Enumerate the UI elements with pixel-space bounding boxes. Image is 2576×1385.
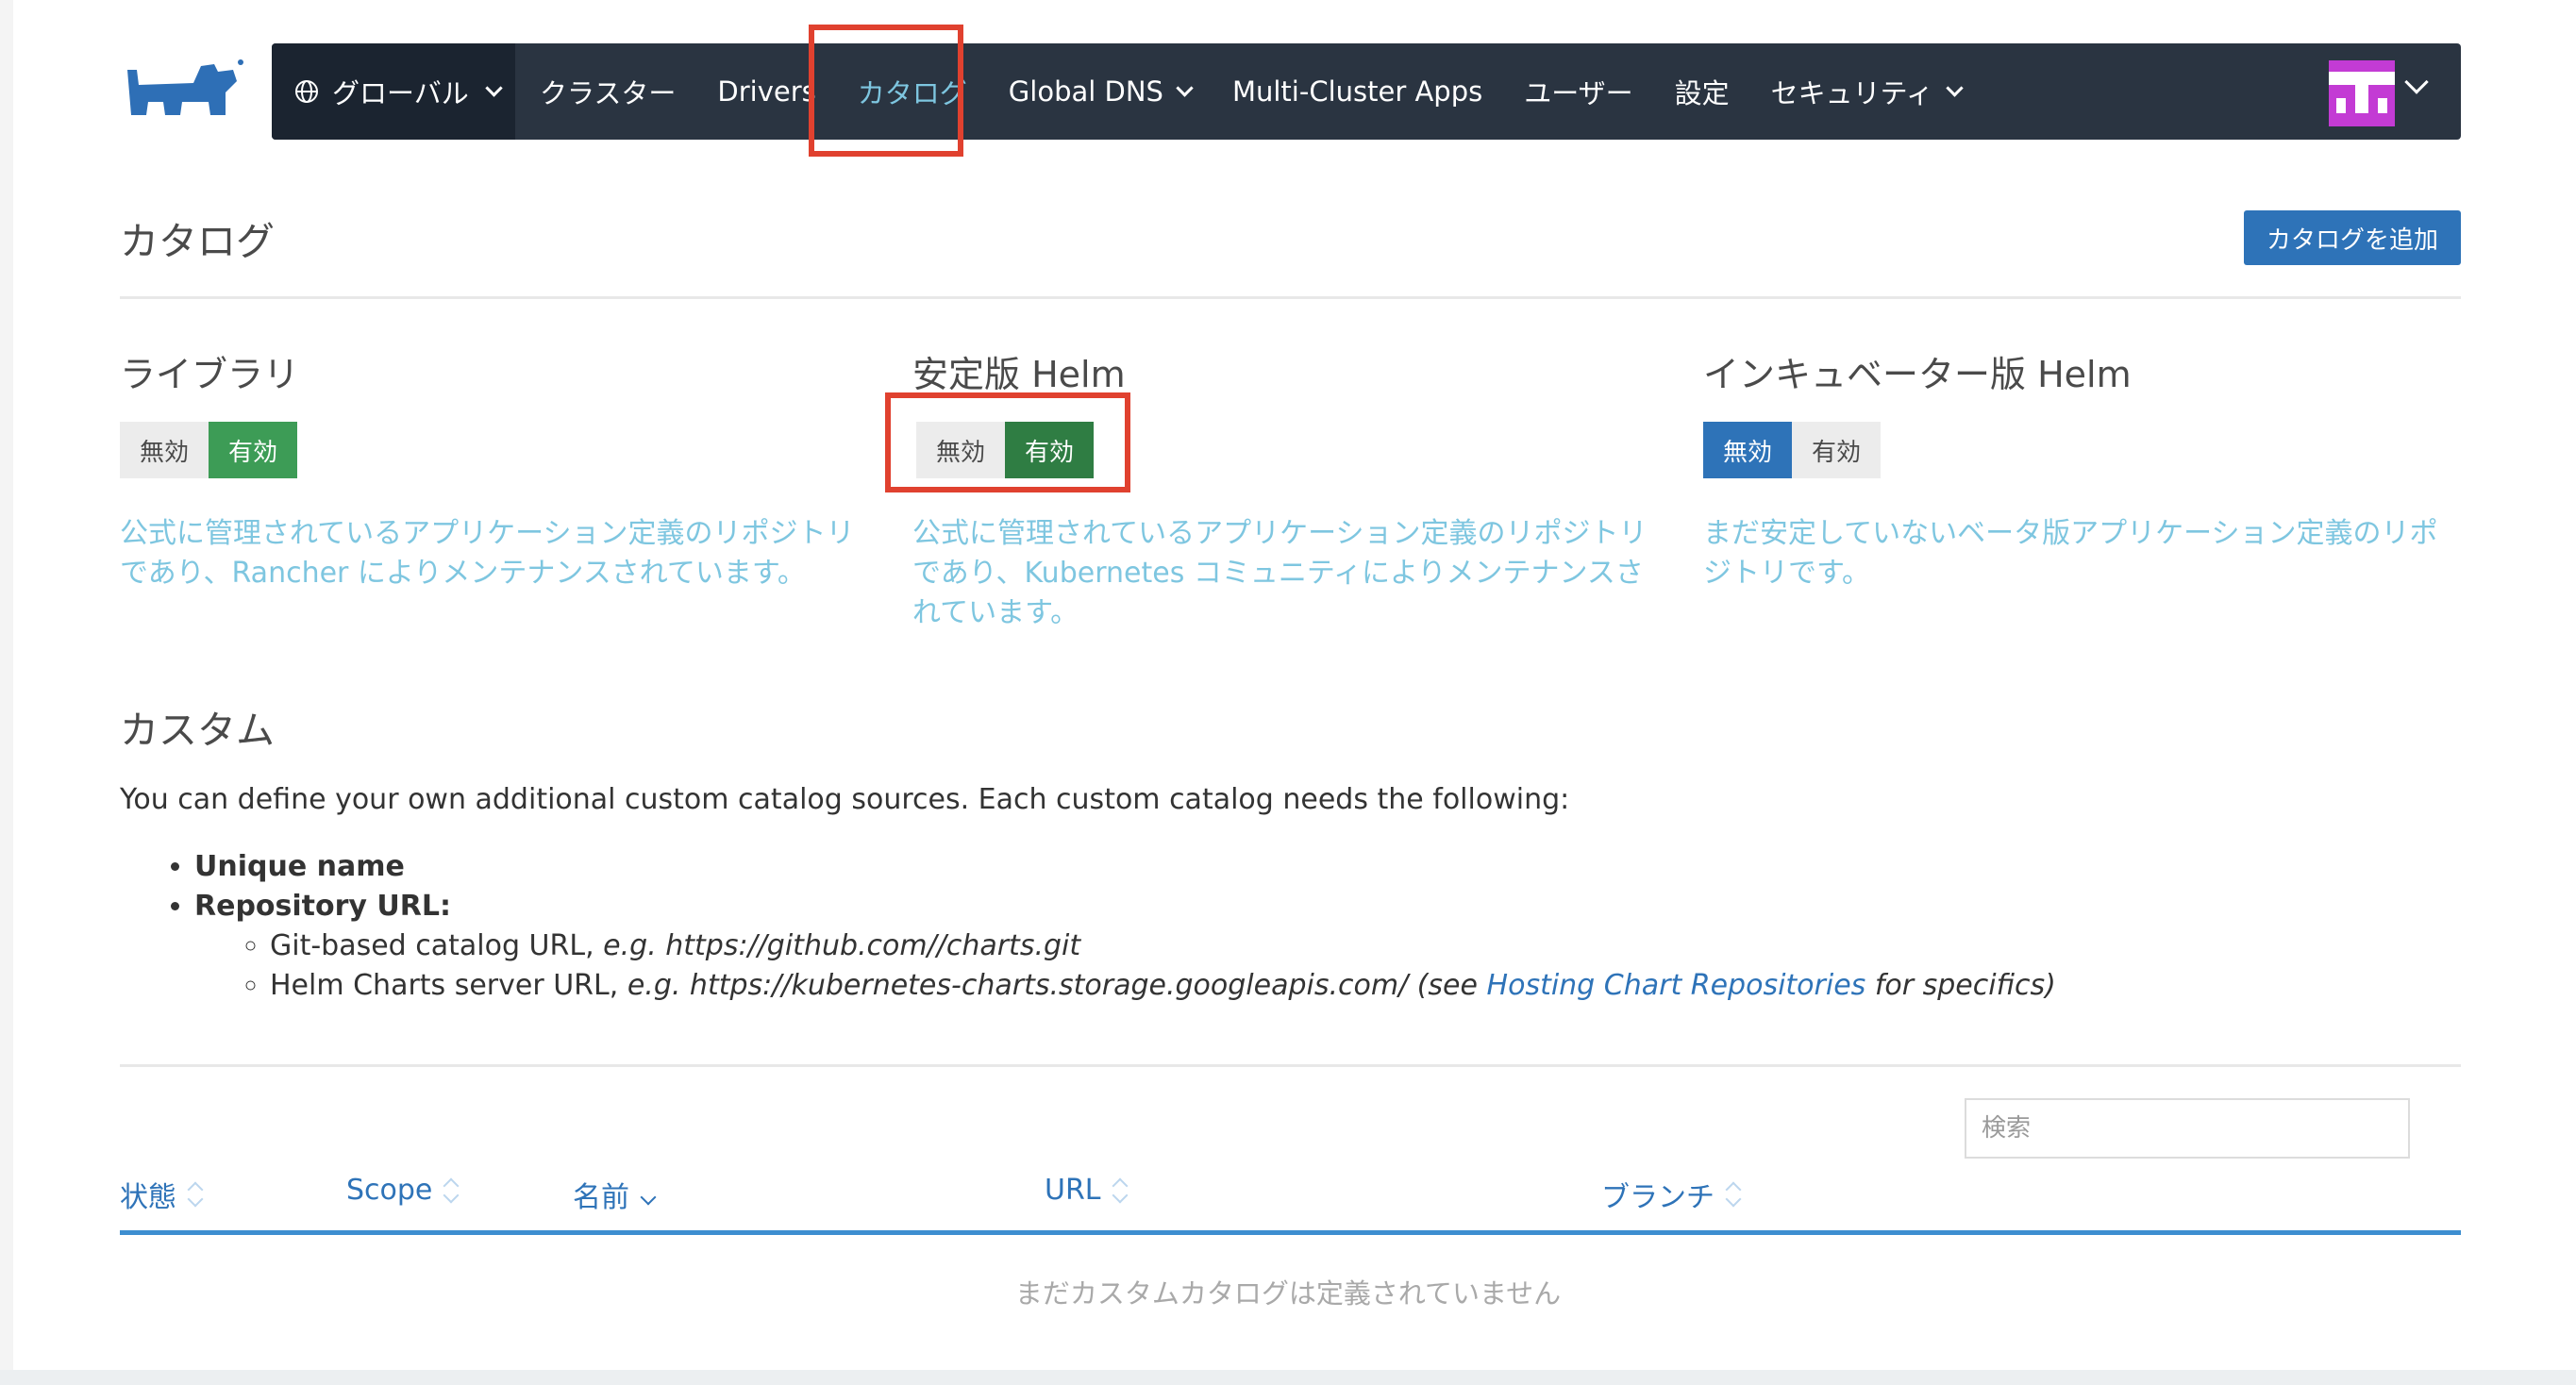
git-url-example: Git-based catalog URL, e.g. https://gith…: [270, 926, 2056, 966]
column-label: Scope: [346, 1174, 433, 1207]
sort-icon: [1112, 1177, 1129, 1203]
page-edge: [0, 0, 13, 1385]
rancher-logo-icon[interactable]: [120, 57, 252, 125]
helm-url-example: Helm Charts server URL, e.g. https://kub…: [270, 966, 2056, 1006]
divider: [120, 296, 2461, 299]
custom-section-title: カスタム: [120, 708, 275, 753]
nav-item-label: Drivers: [717, 75, 816, 108]
requirement-unique-name: Unique name: [194, 847, 2056, 887]
custom-intro-text: You can define your own additional custo…: [120, 783, 1570, 816]
helm-url-eg: e.g. https://kubernetes-charts.storage.g…: [627, 969, 1478, 1002]
table-header-underline: [120, 1230, 2461, 1235]
column-label: ブランチ: [1601, 1181, 1715, 1214]
globe-icon: [295, 80, 318, 103]
nav-item-7[interactable]: セキュリティ: [1750, 43, 1982, 140]
add-catalog-button[interactable]: カタログを追加: [2244, 210, 2461, 265]
top-navbar: グローバル クラスター Drivers カタログ Global DNS Multi-Cl…: [272, 43, 2461, 140]
catalog-helm-incubator: インキュベーター版 Helm 無効 有効 まだ安定していないベータ版アプリケーシ…: [1703, 345, 2458, 593]
sort-icon: [443, 1177, 460, 1203]
column-header-url[interactable]: URL: [1045, 1174, 1129, 1207]
helm-url-prefix: Helm Charts server URL,: [270, 969, 619, 1002]
avatar-pattern-icon: [2329, 60, 2395, 126]
catalog-toggle: 無効 有効: [120, 422, 875, 478]
nav-item-0[interactable]: クラスター: [519, 43, 696, 140]
catalog-description: 公式に管理されているアプリケーション定義のリポジトリであり、Kubernetes…: [912, 517, 1648, 629]
url-examples-list: Git-based catalog URL, e.g. https://gith…: [270, 926, 2056, 1006]
highlight-box-catalog-nav: [809, 25, 963, 157]
requirement-repo-url-label: Repository URL:: [194, 890, 451, 923]
table-header: 状態 Scope 名前 URL ブランチ: [120, 1174, 2461, 1230]
sort-icon: [187, 1181, 204, 1208]
footer-bar: [0, 1370, 2576, 1385]
page-title: カタログ: [120, 219, 275, 264]
nav-item-label: 設定: [1674, 77, 1730, 109]
column-header-branch[interactable]: ブランチ: [1601, 1174, 1742, 1215]
catalog-library: ライブラリ 無効 有効 公式に管理されているアプリケーション定義のリポジトリであ…: [120, 345, 875, 593]
chevron-down-icon: [1946, 78, 1964, 97]
global-label: グローバル: [332, 77, 469, 109]
empty-table-message: まだカスタムカタログは定義されていません: [1014, 1277, 1562, 1310]
requirement-repo-url: Repository URL: Git-based catalog URL, e…: [194, 887, 2056, 1006]
catalog-toggle: 無効 有効: [1703, 422, 2458, 478]
catalog-description: 公式に管理されているアプリケーション定義のリポジトリであり、Rancher によ…: [120, 517, 855, 590]
user-avatar[interactable]: [2329, 60, 2395, 126]
nav-item-label: Multi-Cluster Apps: [1231, 75, 1483, 108]
requirements-list: Unique name Repository URL: Git-based ca…: [194, 847, 2056, 1006]
catalog-description: まだ安定していないベータ版アプリケーション定義のリポジトリです。: [1703, 517, 2438, 590]
column-label: 状態: [120, 1181, 176, 1214]
git-url-prefix: Git-based catalog URL,: [270, 929, 594, 962]
helm-url-suffix: for specifics): [1874, 969, 2056, 1002]
catalog-title: インキュベーター版 Helm: [1703, 354, 2132, 395]
sort-desc-icon: [640, 1186, 657, 1206]
enable-button[interactable]: 有効: [209, 422, 297, 478]
column-label: 名前: [573, 1181, 629, 1214]
nav-item-label: セキュリティ: [1770, 77, 1933, 109]
chevron-down-icon: [485, 78, 503, 97]
global-scope-menu[interactable]: グローバル: [272, 43, 515, 140]
disable-button[interactable]: 無効: [120, 422, 209, 478]
divider: [120, 1064, 2461, 1067]
nav-item-label: クラスター: [540, 77, 677, 109]
column-header-scope[interactable]: Scope: [346, 1174, 460, 1207]
hosting-chart-repositories-link[interactable]: Hosting Chart Repositories: [1487, 969, 1866, 1002]
nav-item-label: Global DNS: [1008, 75, 1163, 108]
column-header-name[interactable]: 名前: [573, 1174, 657, 1215]
search-input[interactable]: [1965, 1098, 2410, 1159]
highlight-box-helm-toggle: [885, 392, 1130, 492]
nav-item-6[interactable]: 設定: [1654, 43, 1750, 140]
nav-item-label: ユーザー: [1524, 77, 1633, 109]
catalog-title: ライブラリ: [120, 354, 300, 395]
enable-button[interactable]: 有効: [1792, 422, 1881, 478]
column-header-state[interactable]: 状態: [120, 1174, 204, 1215]
nav-item-4[interactable]: Multi-Cluster Apps: [1212, 43, 1503, 140]
git-url-eg: e.g. https://github.com//charts.git: [603, 929, 1081, 962]
nav-item-3[interactable]: Global DNS: [988, 43, 1212, 140]
nav-item-5[interactable]: ユーザー: [1503, 43, 1653, 140]
sort-icon: [1725, 1181, 1742, 1208]
chevron-down-icon: [1176, 78, 1194, 97]
column-label: URL: [1045, 1174, 1101, 1207]
catalog-title: 安定版 Helm: [912, 354, 1126, 395]
disable-button[interactable]: 無効: [1703, 422, 1792, 478]
